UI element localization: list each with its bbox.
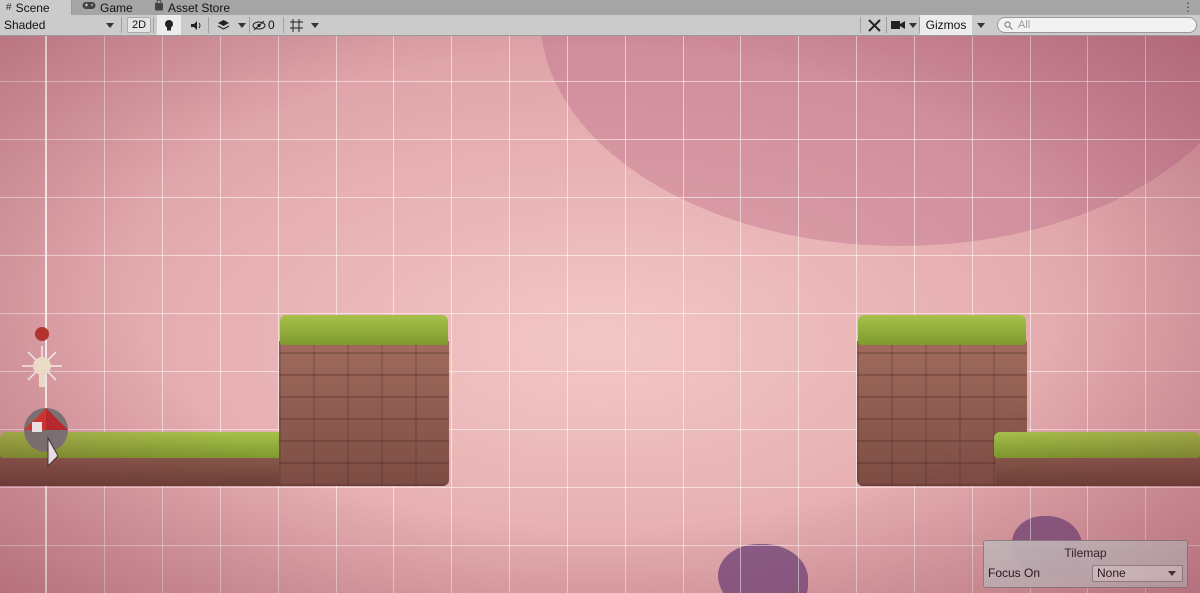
grid-line (1087, 36, 1088, 593)
search-icon (1004, 20, 1013, 30)
grid-snap-icon (289, 18, 303, 32)
hidden-count: 0 (268, 18, 275, 32)
camera-dropdown[interactable] (907, 15, 919, 35)
grid-line (0, 197, 1200, 198)
gizmos-label: Gizmos (925, 18, 967, 32)
grass-top (858, 315, 1026, 345)
hierarchy-search-input[interactable]: All (997, 17, 1197, 33)
chevron-down-icon (1168, 570, 1176, 576)
grid-icon: # (6, 1, 12, 13)
lightbulb-icon (165, 19, 173, 30)
tab-scene[interactable]: # Scene (0, 0, 72, 15)
scene-visibility-toggle[interactable]: 0 (252, 15, 284, 35)
search-placeholder: All (1018, 19, 1031, 31)
grid-line (509, 36, 510, 593)
tab-asset-store-label: Asset Store (168, 0, 231, 15)
background-planet (540, 36, 1200, 246)
focus-on-value: None (1097, 566, 1126, 580)
toggle-2d-label: 2D (132, 18, 147, 31)
grid-line (567, 36, 568, 593)
grass-strip (994, 432, 1200, 458)
scene-toolbar: Shaded 2D 0 Gizmos All (0, 15, 1200, 36)
grid-line (1030, 36, 1031, 593)
background-rock (718, 544, 808, 593)
chevron-down-icon (106, 22, 114, 28)
grid-line (162, 36, 163, 593)
toggle-2d-button[interactable]: 2D (127, 17, 152, 33)
effects-dropdown[interactable] (236, 15, 248, 35)
grid-line (625, 36, 626, 593)
y-axis-line (45, 36, 47, 593)
more-options-icon[interactable]: ⋮ (1182, 0, 1194, 15)
chevron-down-icon (909, 22, 917, 28)
grid-line (220, 36, 221, 593)
grid-line (740, 36, 741, 593)
draw-mode-value: Shaded (4, 18, 46, 32)
effects-toggle[interactable] (211, 15, 235, 35)
grass-top (280, 315, 448, 345)
chevron-down-icon (238, 22, 246, 28)
grid-line (104, 36, 105, 593)
lighting-toggle[interactable] (157, 15, 181, 35)
scene-viewport[interactable]: Tilemap Focus On None (0, 36, 1200, 593)
stone-block-left (279, 341, 449, 486)
grid-line (0, 139, 1200, 140)
chevron-down-icon (311, 22, 319, 28)
camera-button[interactable] (889, 15, 907, 35)
focus-on-label: Focus On (988, 566, 1041, 580)
grid-line (0, 313, 1200, 314)
grid-line (798, 36, 799, 593)
tab-scene-label: Scene (15, 0, 50, 15)
divider (886, 17, 887, 33)
window-tab-bar: # Scene Game Asset Store ⋮ (0, 0, 1200, 16)
camera-icon (891, 21, 905, 29)
divider (249, 17, 250, 33)
audio-toggle[interactable] (184, 15, 208, 35)
speaker-icon (190, 20, 200, 30)
grid-dropdown[interactable] (308, 15, 322, 35)
divider (208, 17, 209, 33)
ground-platform-right (996, 454, 1200, 486)
grid-line (0, 255, 1200, 256)
layers-icon (217, 20, 229, 30)
divider (860, 17, 861, 33)
grid-line (451, 36, 452, 593)
tab-asset-store[interactable]: Asset Store (148, 0, 248, 15)
grid-line (0, 81, 1200, 82)
grid-line (683, 36, 684, 593)
gizmos-dropdown[interactable] (973, 15, 989, 35)
divider (121, 17, 122, 33)
grid-line (278, 36, 279, 593)
draw-mode-dropdown[interactable]: Shaded (0, 15, 120, 35)
chevron-down-icon (977, 22, 985, 28)
hidden-eye-icon (252, 20, 266, 30)
tab-game[interactable]: Game (76, 0, 144, 15)
gamepad-icon (82, 1, 96, 15)
divider (153, 17, 154, 33)
tools-icon (867, 18, 881, 32)
bag-icon (154, 0, 164, 16)
tools-button[interactable] (863, 15, 885, 35)
grid-line (856, 36, 857, 593)
gizmos-toggle[interactable]: Gizmos (920, 15, 972, 35)
focus-on-dropdown[interactable]: None (1092, 564, 1183, 582)
divider (283, 17, 284, 33)
grid-snapping-toggle[interactable] (286, 15, 306, 35)
tab-game-label: Game (100, 0, 133, 15)
grid-line (0, 487, 1200, 488)
tilemap-overlay-panel: Tilemap Focus On None (983, 540, 1188, 588)
grid-line (1145, 36, 1146, 593)
overlay-title: Tilemap (1064, 546, 1107, 560)
player-character[interactable] (20, 326, 80, 496)
